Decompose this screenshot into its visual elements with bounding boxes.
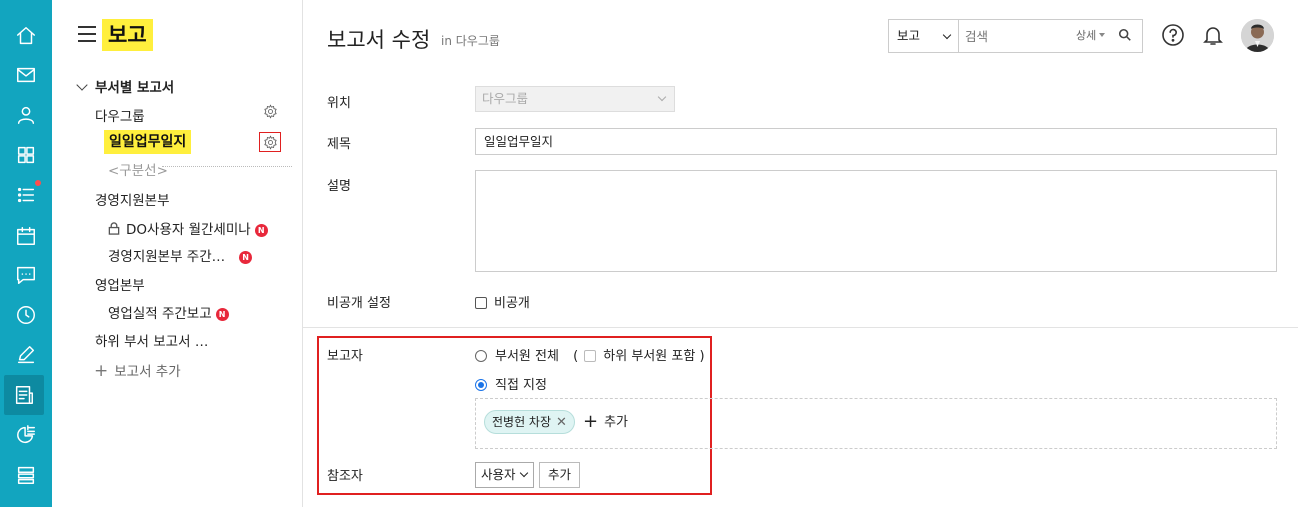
tree-item-report[interactable]: 영업실적 주간보고 N	[108, 302, 229, 322]
search-bar: 보고 상세	[888, 19, 1143, 53]
include-sub-label: 하위 부서원 포함	[603, 349, 696, 364]
radio-button-selected[interactable]	[475, 379, 487, 391]
tree-item-sub-dept[interactable]: 하위 부서 보고서 …	[95, 330, 208, 350]
bell-icon[interactable]	[1200, 22, 1226, 48]
calendar-icon[interactable]	[0, 216, 52, 256]
paren-close: )	[699, 349, 705, 364]
tree-item-label: 일일업무일지	[104, 130, 192, 154]
reporter-all-label: 부서원 전체	[495, 349, 559, 364]
chart-icon[interactable]	[0, 415, 52, 455]
caret-down-icon	[1099, 33, 1106, 37]
privacy-label: 비공개 설정	[327, 296, 391, 311]
report-icon[interactable]	[4, 375, 44, 415]
chevron-down-icon	[519, 468, 529, 478]
tree-item-label: 하위 부서 보고서 …	[95, 334, 209, 350]
include-sub-checkbox[interactable]	[584, 350, 597, 362]
search-icon[interactable]	[1118, 28, 1134, 44]
tree-item-label: DO사용자 월간세미나	[126, 222, 251, 238]
plus-icon: +	[583, 411, 599, 432]
checkbox-box[interactable]	[475, 297, 487, 309]
user-chip-label: 전병헌 차장	[492, 415, 552, 429]
paren-open: (	[573, 349, 579, 364]
user-icon[interactable]	[0, 95, 52, 135]
new-badge: N	[239, 250, 253, 264]
chevron-down-icon	[942, 30, 952, 40]
chevron-down-icon	[657, 92, 667, 102]
tree-item-label: 영업본부	[95, 278, 145, 294]
reporter-option-direct[interactable]: 직접 지정	[475, 374, 547, 393]
section-divider	[303, 327, 1298, 328]
location-select: 다우그룹	[475, 86, 675, 112]
plus-icon: +	[94, 361, 109, 381]
new-badge: N	[254, 223, 268, 237]
clock-icon[interactable]	[0, 295, 52, 335]
location-value: 다우그룹	[482, 91, 529, 106]
app-title: 보고	[102, 19, 153, 51]
tree-item-report[interactable]: DO사용자 월간세미나 N	[108, 218, 268, 238]
search-input[interactable]	[965, 20, 1075, 52]
tree-item-dept[interactable]: 다우그룹	[95, 105, 145, 125]
reporter-option-all[interactable]: 부서원 전체 ( 하위 부서원 포함 )	[475, 345, 705, 364]
tree-separator-label: <구분선>	[108, 163, 168, 179]
reference-type-value: 사용자	[481, 467, 516, 482]
radio-button[interactable]	[475, 350, 487, 362]
add-report-button[interactable]: + 보고서 추가	[94, 360, 181, 381]
user-chip: 전병헌 차장 ✕	[484, 410, 575, 434]
edit-icon[interactable]	[0, 335, 52, 375]
page-subtitle: in 다우그룹	[441, 34, 500, 48]
tasks-icon[interactable]	[0, 175, 52, 215]
chevron-down-icon	[76, 79, 88, 91]
search-scope-value: 보고	[897, 28, 921, 43]
mail-icon[interactable]	[0, 55, 52, 95]
menu-icon[interactable]	[78, 26, 96, 42]
tree-item-dept[interactable]: 경영지원본부	[95, 189, 170, 209]
add-reporter-label: 추가	[604, 415, 629, 430]
chat-icon[interactable]	[0, 255, 52, 295]
tree-item-report[interactable]: 경영지원본부 주간… N	[108, 245, 253, 265]
list-icon[interactable]	[0, 455, 52, 495]
private-checkbox[interactable]: 비공개	[475, 292, 530, 311]
settings-gear-icon[interactable]	[261, 102, 279, 120]
close-icon[interactable]: ✕	[556, 412, 567, 434]
separator-line	[162, 166, 292, 167]
help-icon[interactable]	[1160, 22, 1186, 48]
page-title: 보고서 수정	[327, 28, 431, 52]
lock-icon	[108, 222, 126, 238]
apps-icon[interactable]	[0, 135, 52, 175]
tree-item-label: 경영지원본부 주간…	[108, 249, 226, 265]
new-badge: N	[215, 307, 229, 321]
tree-item-label: 다우그룹	[95, 109, 145, 125]
subject-input[interactable]: 일일업무일지	[475, 128, 1277, 155]
tree-item-selected[interactable]: 일일업무일지	[104, 130, 192, 154]
search-detail-label: 상세	[1076, 29, 1097, 42]
tree-item-label: 영업실적 주간보고	[108, 306, 212, 322]
description-textarea[interactable]	[475, 170, 1277, 272]
search-detail-toggle[interactable]: 상세	[1076, 20, 1106, 52]
notification-dot	[35, 180, 41, 186]
tree-section-label: 부서별 보고서	[95, 80, 175, 96]
reference-type-select[interactable]: 사용자	[475, 462, 534, 488]
reference-label: 참조자	[327, 469, 363, 484]
add-reporter-button[interactable]: + 추가	[583, 411, 628, 432]
sidebar: 보고 부서별 보고서 다우그룹 일일업무일지 <구분선> 경영지원본부 DO사용…	[52, 0, 303, 507]
home-icon[interactable]	[0, 16, 52, 56]
settings-gear-icon[interactable]	[259, 132, 281, 152]
add-report-label: 보고서 추가	[114, 364, 181, 380]
search-scope-select[interactable]: 보고	[889, 20, 959, 52]
private-checkbox-label: 비공개	[494, 296, 530, 311]
avatar[interactable]	[1241, 19, 1274, 52]
add-reference-button[interactable]: 추가	[539, 462, 580, 488]
app-rail	[0, 0, 52, 507]
reporter-label: 보고자	[327, 349, 363, 364]
tree-section-header[interactable]: 부서별 보고서	[76, 76, 175, 96]
location-label: 위치	[327, 96, 351, 111]
reporter-direct-label: 직접 지정	[495, 378, 547, 393]
tree-item-label: 경영지원본부	[95, 193, 170, 209]
tree-item-dept[interactable]: 영업본부	[95, 274, 145, 294]
subject-label: 제목	[327, 137, 351, 152]
description-label: 설명	[327, 179, 351, 194]
